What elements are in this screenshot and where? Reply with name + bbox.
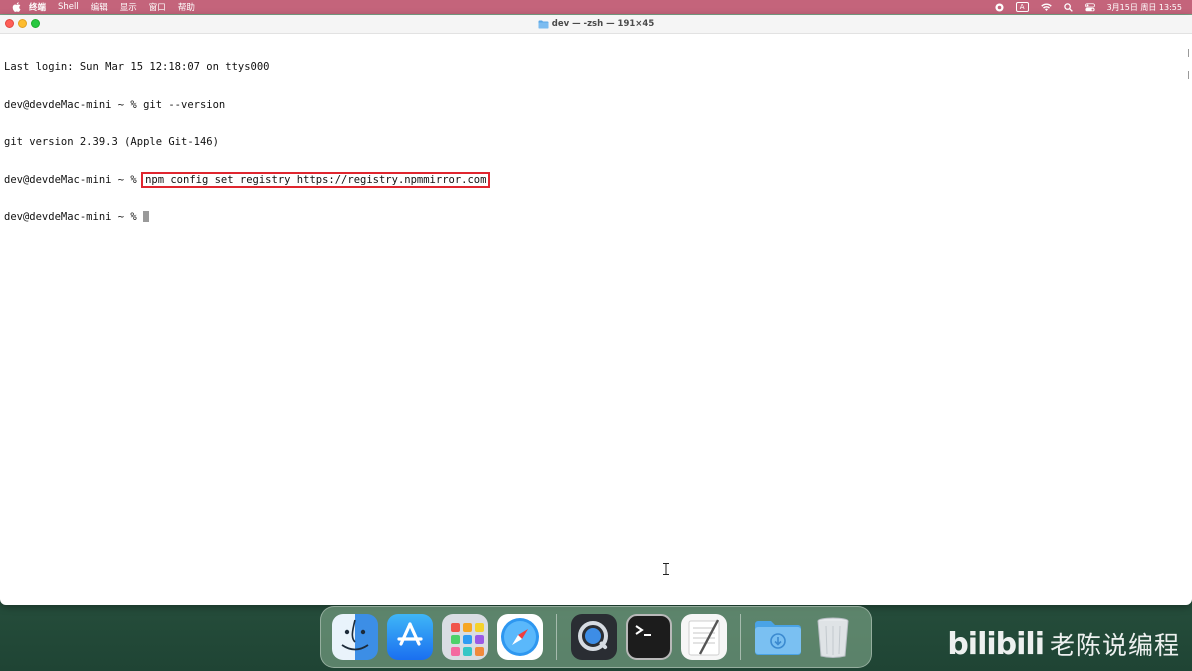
dock-separator: [740, 614, 741, 660]
menu-help[interactable]: 帮助: [178, 1, 195, 13]
trash-icon[interactable]: [810, 614, 856, 660]
terminal-output[interactable]: Last login: Sun Mar 15 12:18:07 on ttys0…: [0, 34, 1192, 251]
close-window-button[interactable]: [5, 19, 14, 28]
scrollbar[interactable]: [1188, 49, 1190, 85]
window-controls: [5, 19, 44, 28]
terminal-prompt: dev@devdeMac-mini ~ %: [4, 173, 144, 186]
terminal-line: dev@devdeMac-mini ~ % git --version: [4, 98, 226, 111]
apple-menu-icon[interactable]: [11, 2, 21, 12]
menu-view[interactable]: 显示: [120, 1, 137, 13]
ibeam-mouse-cursor-icon: [663, 563, 669, 575]
highlighted-command: npm config set registry https://registry…: [141, 171, 491, 188]
wifi-icon[interactable]: [1040, 2, 1052, 12]
minimize-window-button[interactable]: [18, 19, 27, 28]
record-icon[interactable]: [995, 2, 1004, 12]
terminal-input-line[interactable]: dev@devdeMac-mini ~ %: [4, 211, 1188, 224]
watermark-text: 老陈说编程: [1049, 631, 1180, 660]
app-store-icon[interactable]: [386, 614, 433, 660]
window-title: dev — -zsh — 191×45: [551, 19, 655, 29]
menu-shell[interactable]: Shell: [58, 2, 79, 12]
folder-icon: [538, 20, 549, 28]
menu-window[interactable]: 窗口: [149, 1, 166, 13]
bilibili-logo: bilibili: [947, 626, 1045, 662]
quicktime-icon[interactable]: [570, 614, 617, 660]
menu-edit[interactable]: 编辑: [91, 1, 108, 13]
control-center-icon[interactable]: [1084, 2, 1095, 12]
dock: [320, 606, 872, 668]
menu-terminal[interactable]: 终端: [29, 1, 46, 13]
finder-icon[interactable]: [331, 614, 378, 660]
terminal-line: git version 2.39.3 (Apple Git-146): [4, 136, 219, 148]
terminal-prompt: dev@devdeMac-mini ~ %: [4, 211, 144, 223]
zoom-window-button[interactable]: [31, 19, 40, 28]
spotlight-search-icon[interactable]: [1063, 2, 1073, 12]
downloads-folder-icon[interactable]: [754, 614, 801, 660]
menu-bar: 终端 Shell 编辑 显示 窗口 帮助 A 3月15日 周日 13:55: [0, 0, 1192, 14]
terminal-line: Last login: Sun Mar 15 12:18:07 on ttys0…: [4, 61, 270, 73]
menubar-clock[interactable]: 3月15日 周日 13:55: [1107, 2, 1182, 13]
dock-separator: [556, 614, 557, 660]
textedit-icon[interactable]: [680, 614, 727, 660]
video-watermark: bilibili 老陈说编程: [947, 626, 1180, 662]
text-cursor: [143, 211, 150, 222]
terminal-window: dev — -zsh — 191×45 Last login: Sun Mar …: [0, 15, 1192, 605]
safari-icon[interactable]: [496, 614, 543, 660]
terminal-app-icon[interactable]: [625, 614, 672, 660]
terminal-command-line: dev@devdeMac-mini ~ % npm config set reg…: [4, 171, 1188, 188]
window-title-group: dev — -zsh — 191×45: [538, 19, 655, 29]
input-method-indicator[interactable]: A: [1015, 2, 1029, 12]
window-titlebar[interactable]: dev — -zsh — 191×45: [0, 15, 1192, 34]
launchpad-icon[interactable]: [441, 614, 488, 660]
